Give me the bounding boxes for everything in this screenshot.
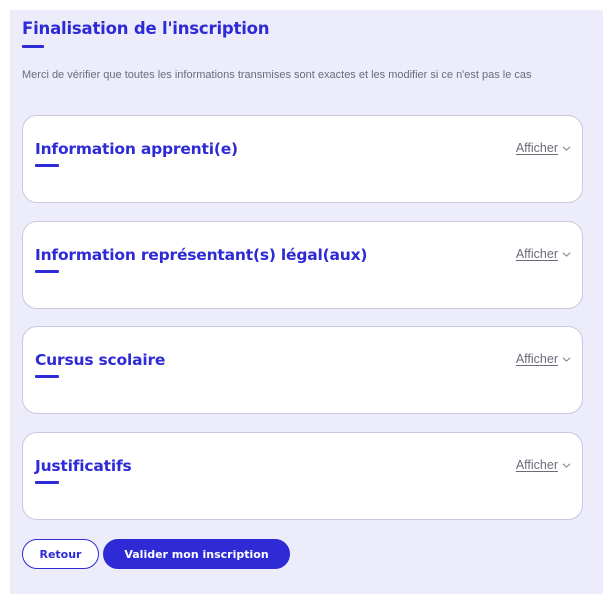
- back-button[interactable]: Retour: [22, 539, 99, 569]
- intro-text: Merci de vérifier que toutes les informa…: [22, 69, 532, 81]
- show-cursus-toggle[interactable]: Afficher: [516, 352, 571, 366]
- section-underline: [35, 375, 59, 378]
- toggle-label[interactable]: Afficher: [516, 247, 558, 261]
- show-apprenti-toggle[interactable]: Afficher: [516, 141, 571, 155]
- section-underline: [35, 270, 59, 273]
- show-representants-toggle[interactable]: Afficher: [516, 247, 571, 261]
- section-card-apprenti: Information apprenti(e) Afficher: [22, 115, 583, 203]
- section-underline: [35, 164, 59, 167]
- section-underline: [35, 481, 59, 484]
- chevron-down-icon: [562, 357, 571, 362]
- section-title: Information apprenti(e): [35, 140, 238, 158]
- chevron-down-icon: [562, 146, 571, 151]
- chevron-down-icon: [562, 463, 571, 468]
- show-justificatifs-toggle[interactable]: Afficher: [516, 458, 571, 472]
- section-card-cursus: Cursus scolaire Afficher: [22, 326, 583, 414]
- toggle-label[interactable]: Afficher: [516, 141, 558, 155]
- section-card-representants: Information représentant(s) légal(aux) A…: [22, 221, 583, 309]
- registration-panel: Finalisation de l'inscription Merci de v…: [10, 10, 603, 594]
- page-title: Finalisation de l'inscription: [22, 19, 270, 38]
- section-title: Justificatifs: [35, 457, 132, 475]
- toggle-label[interactable]: Afficher: [516, 352, 558, 366]
- section-card-justificatifs: Justificatifs Afficher: [22, 432, 583, 520]
- section-title: Information représentant(s) légal(aux): [35, 246, 368, 264]
- chevron-down-icon: [562, 252, 571, 257]
- section-title: Cursus scolaire: [35, 351, 166, 369]
- title-underline: [22, 45, 44, 48]
- submit-registration-button[interactable]: Valider mon inscription: [103, 539, 290, 569]
- toggle-label[interactable]: Afficher: [516, 458, 558, 472]
